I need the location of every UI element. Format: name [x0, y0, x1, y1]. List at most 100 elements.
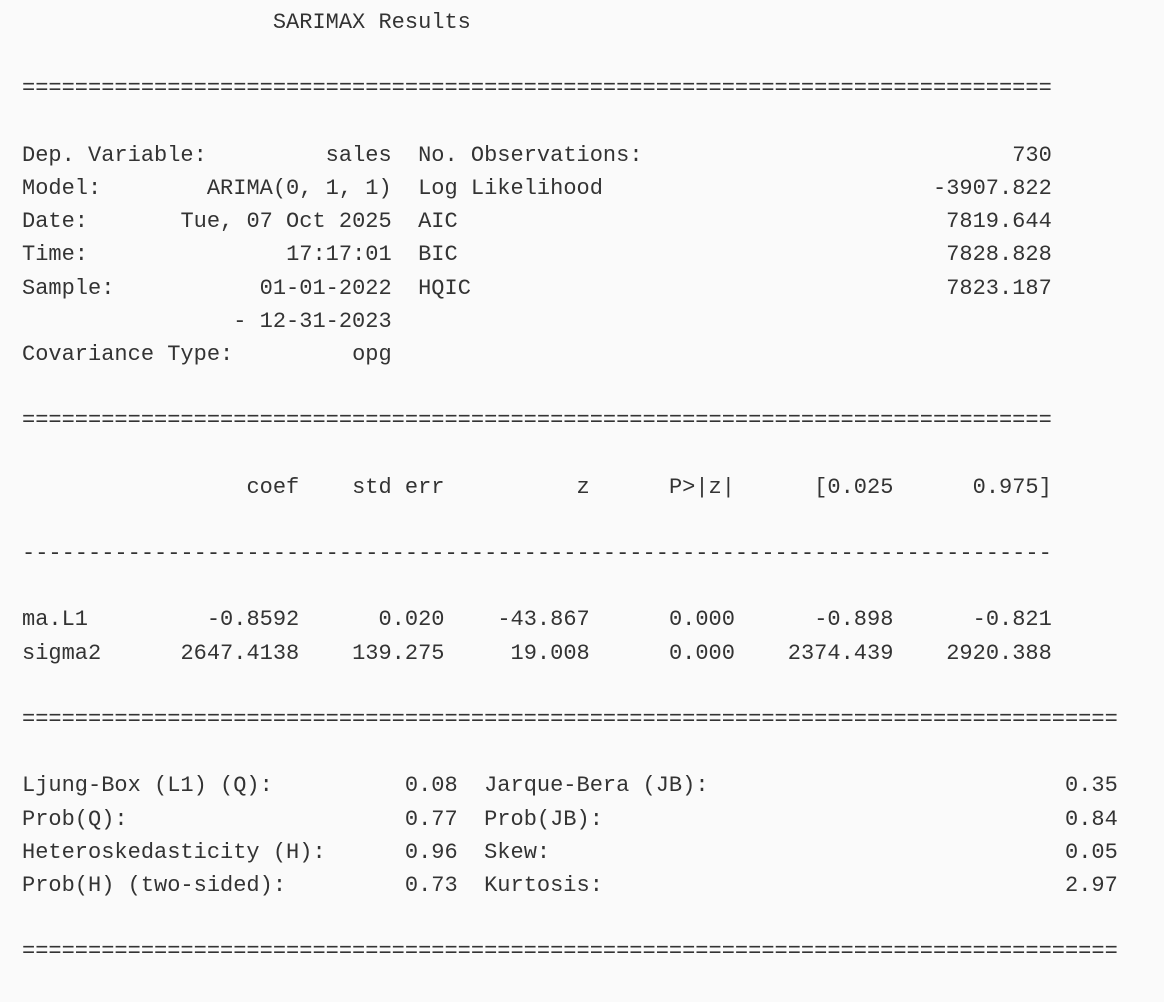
- model-info-left-value: - 12-31-2023: [233, 308, 392, 334]
- diagnostics-left-value: 0.96: [404, 839, 458, 865]
- coef-header-cell: 0.975]: [893, 474, 1052, 500]
- coef-header-cell: coef: [140, 474, 300, 500]
- diagnostics-left-value: 0.77: [404, 806, 458, 832]
- diagnostics-left-label: Prob(Q):: [22, 806, 128, 832]
- separator-double-long: ========================================…: [22, 707, 1118, 733]
- model-info-right-label: No. Observations:: [418, 142, 643, 168]
- diagnostics-right-value: 0.35: [1065, 773, 1118, 799]
- separator-single: ----------------------------------------…: [22, 541, 1052, 567]
- coef-header-cell: [0.025: [734, 474, 894, 500]
- diagnostics-row: Prob(Q): 0.77 Prob(JB): 0.84: [22, 803, 1164, 836]
- model-info-right-value: 7828.828: [946, 242, 1052, 268]
- coef-header-cell: P>|z|: [589, 474, 735, 500]
- report-title-line: SARIMAX Results: [22, 6, 1164, 39]
- diagnostics-right-value: 0.05: [1065, 839, 1118, 865]
- coef-cell: 139.275: [352, 640, 445, 666]
- diagnostics-right-label: Jarque-Bera (JB):: [484, 773, 709, 799]
- diagnostics-right-label: Skew:: [484, 839, 551, 865]
- coef-header-blank: [22, 475, 141, 500]
- coef-cell: 2647.4138: [180, 640, 300, 666]
- model-info-row: - 12-31-2023: [22, 305, 1164, 338]
- diagnostics-left-label: Prob(H) (two-sided):: [22, 873, 287, 898]
- coef-cell: -43.867: [497, 607, 590, 633]
- model-info-row: Sample: 01-01-2022 HQIC 7823.187: [22, 272, 1164, 305]
- coef-table-rows: ma.L1 -0.8592 0.020 -43.867 0.000 -0.898…: [22, 603, 1164, 669]
- separator-double: ========================================…: [22, 76, 1052, 102]
- diagnostics-row: Ljung-Box (L1) (Q): 0.08 Jarque-Bera (JB…: [22, 769, 1164, 802]
- separator-double-long: ========================================…: [22, 939, 1118, 965]
- diagnostics-section: Ljung-Box (L1) (Q): 0.08 Jarque-Bera (JB…: [22, 769, 1164, 902]
- coef-param-name: ma.L1: [22, 607, 89, 633]
- report-title: SARIMAX Results: [272, 10, 471, 35]
- model-info-right-value: 7823.187: [946, 275, 1052, 301]
- coef-cell: 0.000: [668, 607, 735, 633]
- model-info-right-label: BIC: [418, 242, 458, 268]
- coef-table-header: coef std err z P>|z| [0.025 0.975]: [22, 471, 1164, 504]
- model-info-right-label: HQIC: [418, 275, 471, 301]
- model-info-left-value: 17:17:01: [286, 242, 392, 268]
- coef-cell: 2374.439: [787, 640, 894, 666]
- diagnostics-right-value: 0.84: [1065, 806, 1118, 832]
- model-info-left-label: Covariance Type:: [22, 341, 234, 367]
- model-info-left-value: sales: [325, 142, 392, 168]
- model-info-row: Date: Tue, 07 Oct 2025 AIC 7819.644: [22, 205, 1164, 238]
- diagnostics-right-label: Prob(JB):: [484, 806, 603, 832]
- model-info-right-label: AIC: [418, 209, 458, 235]
- model-info-left-label: Dep. Variable:: [22, 142, 207, 168]
- diagnostics-left-label: Ljung-Box (L1) (Q):: [22, 773, 273, 799]
- coef-cell: -0.8592: [206, 607, 300, 633]
- coef-table-row: ma.L1 -0.8592 0.020 -43.867 0.000 -0.898…: [22, 603, 1164, 636]
- model-info-section: Dep. Variable: sales No. Observations: 7…: [22, 139, 1164, 371]
- diagnostics-row: Heteroskedasticity (H): 0.96 Skew: 0.05: [22, 836, 1164, 869]
- model-info-row: Model: ARIMA(0, 1, 1) Log Likelihood -39…: [22, 172, 1164, 205]
- diagnostics-left-value: 0.73: [404, 873, 458, 898]
- coef-param-name: sigma2: [22, 640, 102, 666]
- coef-table-row: sigma2 2647.4138 139.275 19.008 0.000 23…: [22, 637, 1164, 670]
- model-info-left-value: opg: [352, 341, 392, 367]
- coef-cell: 2920.388: [946, 640, 1052, 666]
- model-info-row: Time: 17:17:01 BIC 7828.828: [22, 238, 1164, 271]
- coef-cell: 19.008: [510, 640, 590, 666]
- model-info-right-value: 7819.644: [946, 209, 1052, 235]
- model-info-left-value: 01-01-2022: [259, 275, 392, 301]
- model-info-row: Dep. Variable: sales No. Observations: 7…: [22, 139, 1164, 172]
- coef-header-cell: z: [444, 474, 590, 500]
- model-info-left-label: Model:: [22, 175, 102, 201]
- diagnostics-row: Prob(H) (two-sided): 0.73 Kurtosis: 2.97: [22, 869, 1164, 902]
- sarimax-results-report: SARIMAX Results ========================…: [0, 0, 1164, 1002]
- diagnostics-right-value: 2.97: [1065, 873, 1118, 898]
- separator-double: ========================================…: [22, 408, 1052, 434]
